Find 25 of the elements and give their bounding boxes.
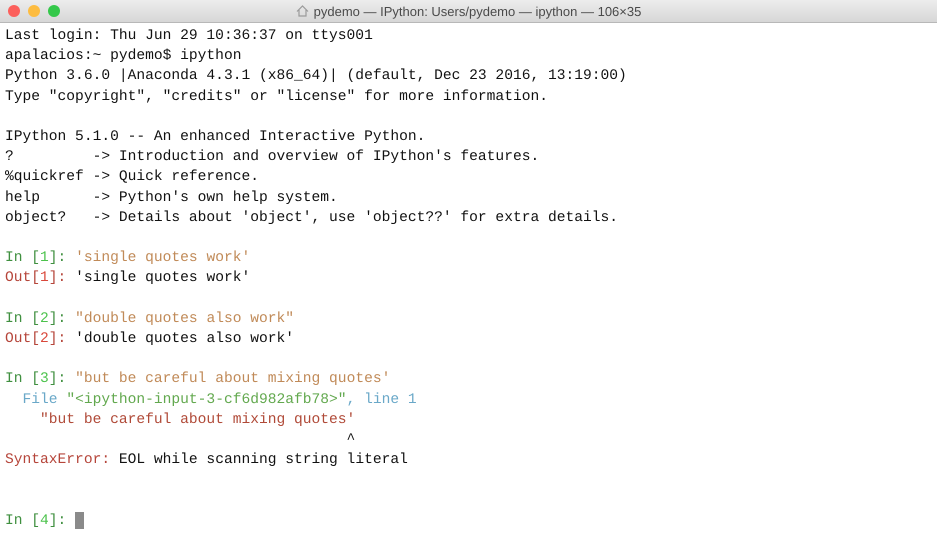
terminal-line: help -> Python's own help system. [5, 188, 338, 208]
terminal-line: In [2]: "double quotes also work" [5, 310, 294, 329]
terminal-line: object? -> Details about 'object', use 'object??' for extra details. [5, 208, 618, 228]
window-title: pydemo — IPython: Users/pydemo — ipython — 106×35 [314, 4, 642, 18]
terminal-line: "but be careful about mixing quotes' [39, 410, 356, 430]
terminal-line: In [4]: [5, 512, 68, 531]
terminal-line: ? -> Introduction and overview of IPython's features. [5, 148, 540, 168]
text-cursor [75, 512, 84, 530]
terminal-line: Last login: Thu Jun 29 10:36:37 on ttys001 [5, 27, 373, 46]
close-button[interactable] [8, 5, 20, 17]
zoom-button[interactable] [48, 5, 60, 17]
terminal-line: Type "copyright", "credits" or "license" for more information. [5, 88, 548, 107]
terminal-line: In [1]: 'single quotes work' [5, 249, 250, 268]
terminal-line: Out[1]: 'single quotes work' [5, 269, 250, 288]
terminal-line: apalacios:~ pydemo$ ipython [5, 47, 242, 66]
minimize-button[interactable] [28, 5, 40, 17]
terminal-line: %quickref -> Quick reference. [5, 168, 259, 188]
home-icon [296, 5, 309, 17]
terminal-line: Out[2]: 'double quotes also work' [5, 330, 294, 349]
terminal-line: In [3]: "but be careful about mixing quotes' [5, 370, 390, 390]
terminal-line: IPython 5.1.0 -- An enhanced Interactive Python. [5, 128, 426, 147]
terminal-line: Python 3.6.0 |Anaconda 4.3.1 (x86_64)| (default, Dec 23 2016, 13:19:00) [5, 67, 627, 86]
terminal-line: ^ [346, 431, 356, 450]
terminal-line: File "<ipython-input-3-cf6d982afb78>", line 1 [22, 390, 417, 410]
terminal-line: SyntaxError: EOL while scanning string literal [5, 451, 408, 470]
